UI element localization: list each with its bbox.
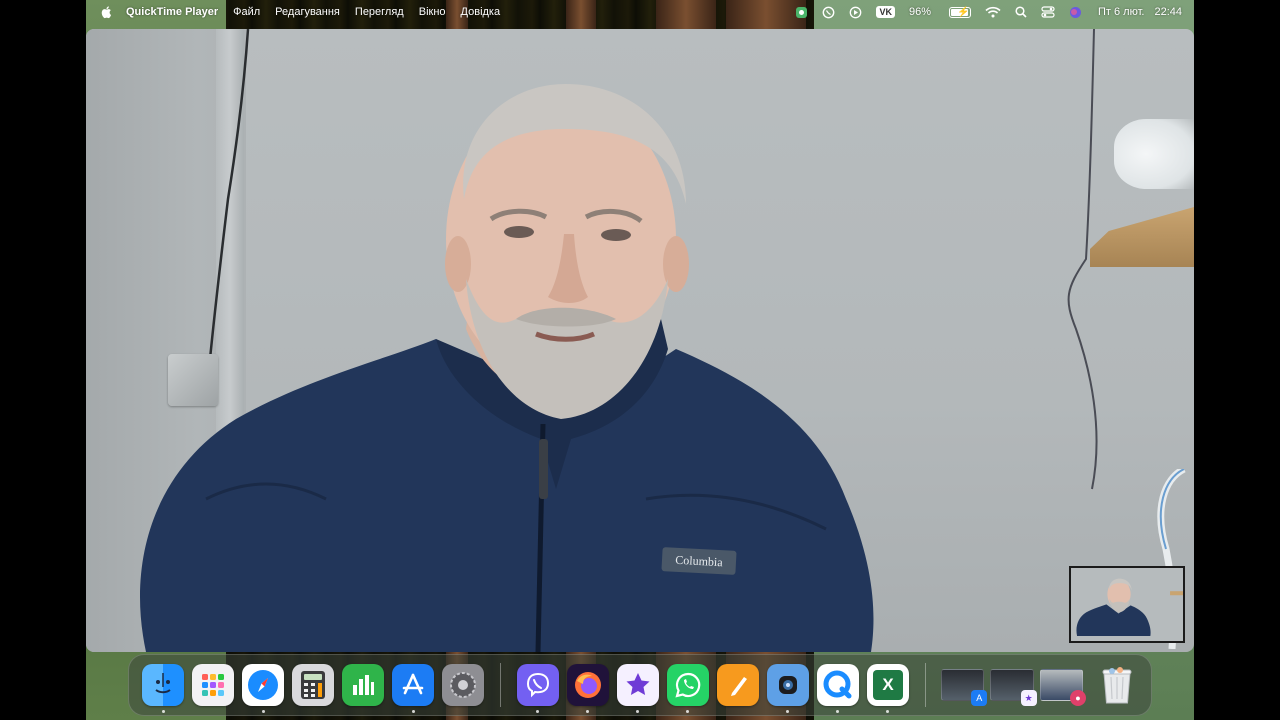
letterbox-right <box>1194 0 1280 720</box>
menu-time[interactable]: 22:44 <box>1154 6 1182 18</box>
calculator-icon <box>301 671 325 699</box>
menu-help[interactable]: Довідка <box>461 6 501 18</box>
quicktime-icon <box>823 670 852 699</box>
dock-viber[interactable] <box>516 664 559 713</box>
numbers-icon <box>353 675 374 695</box>
pip-camera-preview[interactable] <box>1069 566 1185 643</box>
dock-quicktime[interactable] <box>816 664 859 713</box>
dock-safari[interactable] <box>242 664 284 713</box>
dock-separator <box>500 663 501 707</box>
menu-view[interactable]: Перегляд <box>355 6 404 18</box>
firefox-icon <box>574 672 601 698</box>
dock-minimized-window-3[interactable]: ● <box>1039 669 1086 706</box>
imovie-icon: ★ <box>1020 690 1037 706</box>
menu-window[interactable]: Вікно <box>419 6 446 18</box>
dock-whatsapp[interactable] <box>666 664 709 713</box>
quicktime-video-window[interactable]: Columbia <box>86 29 1194 652</box>
dock-numbers[interactable] <box>342 664 384 706</box>
person-on-camera <box>140 84 874 652</box>
letterbox-left <box>0 0 86 720</box>
dock-minimized-window-1[interactable]: A <box>940 669 988 706</box>
app-store-icon <box>402 673 424 695</box>
dock-excel[interactable]: X <box>866 664 909 713</box>
dock-calculator[interactable] <box>292 664 334 706</box>
dock-imovie[interactable] <box>616 664 659 713</box>
whatsapp-icon <box>675 672 701 698</box>
settings-icon <box>450 672 476 698</box>
spotlight-search-icon[interactable] <box>1015 6 1027 18</box>
launchpad-icon <box>202 674 224 696</box>
dock-photo-booth[interactable] <box>766 664 809 713</box>
menu-edit[interactable]: Редагування <box>275 6 340 18</box>
dock-firefox[interactable] <box>566 664 609 713</box>
menu-date[interactable]: Пт 6 лют. <box>1098 6 1144 18</box>
dock-trash[interactable] <box>1096 664 1138 706</box>
status-app-icon[interactable] <box>795 6 808 19</box>
play-status-icon[interactable] <box>849 6 862 19</box>
menu-file[interactable]: Файл <box>233 6 260 18</box>
menu-bar: QuickTime Player Файл Редагування Перегл… <box>86 0 1194 24</box>
dock-app-store[interactable] <box>392 664 434 713</box>
safari-icon <box>248 670 278 700</box>
menu-app-name[interactable]: QuickTime Player <box>126 6 218 18</box>
dock-pages[interactable] <box>716 664 759 706</box>
photo-booth-icon: ● <box>1070 690 1086 706</box>
trash-icon <box>1102 667 1132 704</box>
excel-icon: X <box>872 670 903 700</box>
siri-icon[interactable] <box>1069 6 1082 19</box>
viber-icon <box>526 672 549 698</box>
imovie-icon <box>626 673 650 695</box>
jacket-brand-patch: Columbia <box>661 547 737 575</box>
vk-status-icon[interactable]: VK <box>876 6 895 18</box>
pages-icon <box>730 677 747 696</box>
dock-separator-2 <box>924 663 926 707</box>
dock-launchpad[interactable] <box>192 664 234 706</box>
battery-percent[interactable]: 96% <box>909 6 931 18</box>
app-store-icon: A <box>971 690 988 706</box>
pip-person-thumbnail <box>1071 573 1183 636</box>
control-center-icon[interactable] <box>1041 6 1055 18</box>
dock: X A ★ ● <box>128 654 1152 716</box>
dock-finder[interactable] <box>142 664 184 713</box>
wifi-icon[interactable] <box>985 6 1001 18</box>
dock-system-settings[interactable] <box>442 664 484 706</box>
dock-minimized-window-2[interactable]: ★ <box>990 669 1037 706</box>
apple-icon[interactable] <box>100 5 112 19</box>
battery-icon[interactable]: ⚡ <box>945 6 971 18</box>
viber-status-icon[interactable] <box>822 6 835 19</box>
finder-icon <box>155 673 171 694</box>
photo-booth-icon <box>778 676 797 694</box>
